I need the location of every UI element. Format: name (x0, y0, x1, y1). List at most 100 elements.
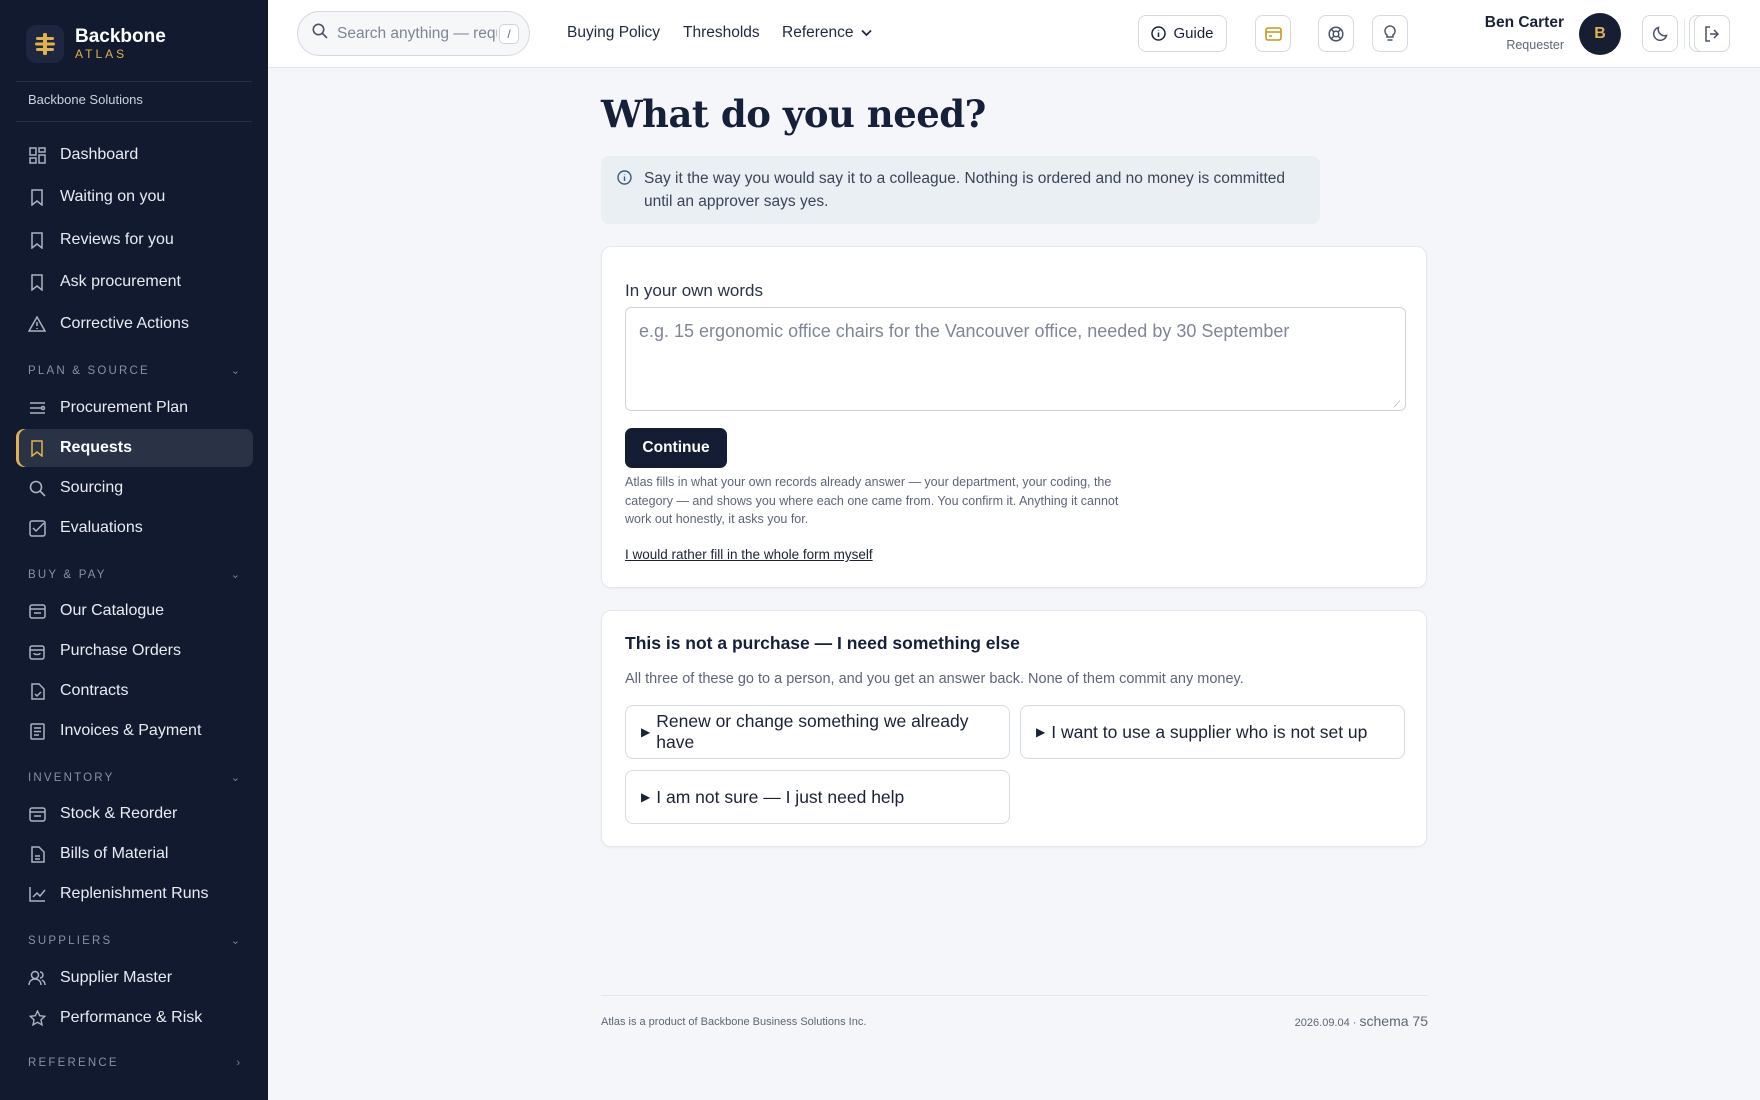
guide-button[interactable]: Guide (1138, 15, 1227, 52)
chevron-down-icon (860, 29, 872, 37)
autofill-help-text: Atlas fills in what your own records alr… (625, 475, 1119, 526)
nav-buying-policy[interactable]: Buying Policy (567, 24, 660, 42)
resize-grip-icon[interactable]: ⟋ (1394, 399, 1404, 409)
option-renew-or-change[interactable]: ▶ Renew or change something we already h… (625, 705, 1010, 759)
top-bar: / Buying Policy Thresholds Reference Gui… (268, 0, 1760, 68)
search-input[interactable] (337, 24, 497, 43)
info-callout: Say it the way you would say it to a col… (601, 156, 1320, 224)
sidebar-item-supplier-master[interactable]: Supplier Master (16, 959, 253, 997)
nav-thresholds[interactable]: Thresholds (683, 24, 760, 42)
fill-form-manually-link[interactable]: I would rather fill in the whole form my… (625, 547, 873, 562)
caret-right-icon: ▶ (1036, 725, 1046, 739)
sidebar-item-reviews-for-you[interactable]: Reviews for you (16, 221, 253, 259)
warning-icon (28, 315, 46, 333)
brand-name: Backbone (75, 26, 166, 47)
sidebar-item-evaluations[interactable]: Evaluations (16, 509, 253, 547)
option-label: I am not sure — I just need help (656, 786, 905, 807)
sidebar-item-label: Requests (60, 439, 133, 456)
own-words-input[interactable] (625, 307, 1406, 411)
user-name[interactable]: Ben Carter (1424, 14, 1564, 32)
support-button[interactable] (1318, 15, 1354, 52)
contract-icon (28, 682, 46, 700)
search-shortcut-key: / (499, 24, 519, 44)
checkbox-icon (28, 519, 46, 537)
section-title: SUPPLIERS (28, 934, 113, 947)
sidebar-item-procurement-plan[interactable]: Procurement Plan (16, 389, 253, 427)
sidebar-item-replenishment-runs[interactable]: Replenishment Runs (16, 875, 253, 913)
not-a-purchase-subtitle: All three of these go to a person, and y… (625, 671, 1244, 687)
sidebar-item-corrective-actions[interactable]: Corrective Actions (16, 305, 253, 343)
sidebar-item-requests[interactable]: Requests (16, 429, 253, 467)
section-title: PLAN & SOURCE (28, 364, 150, 377)
users-icon (28, 969, 46, 987)
section-title: INVENTORY (28, 771, 115, 784)
sidebar-item-label: Replenishment Runs (60, 885, 209, 902)
caret-right-icon: ▶ (641, 790, 651, 804)
sidebar-item-ask-procurement[interactable]: Ask procurement (16, 263, 253, 301)
avatar[interactable]: B (1579, 13, 1621, 55)
sidebar-item-bills-of-material[interactable]: Bills of Material (16, 835, 253, 873)
sidebar-item-label: Performance & Risk (60, 1009, 203, 1026)
bookmark-icon (28, 188, 46, 206)
sidebar-item-our-catalogue[interactable]: Our Catalogue (16, 592, 253, 630)
document-icon (28, 845, 46, 863)
info-circle-icon (617, 170, 632, 190)
sidebar-item-contracts[interactable]: Contracts (16, 672, 253, 710)
sidebar-item-stock-reorder[interactable]: Stock & Reorder (16, 795, 253, 833)
section-reference[interactable]: REFERENCE › (28, 1057, 240, 1069)
caret-right-icon: ▶ (641, 725, 651, 739)
sidebar-item-invoices-payment[interactable]: Invoices & Payment (16, 712, 253, 750)
own-words-card: In your own words ⟋ Continue Atlas fills… (601, 246, 1427, 588)
sidebar-item-purchase-orders[interactable]: Purchase Orders (16, 632, 253, 670)
sidebar-item-label: Dashboard (60, 146, 139, 163)
wallet-button[interactable] (1255, 15, 1291, 52)
section-buy-pay[interactable]: BUY & PAY ⌄ (28, 568, 240, 582)
dark-mode-button[interactable] (1642, 15, 1678, 52)
section-inventory[interactable]: INVENTORY ⌄ (28, 771, 240, 785)
info-circle-icon (1151, 26, 1167, 41)
sidebar-item-dashboard[interactable]: Dashboard (16, 136, 253, 174)
footer-build: 2026.09.04 · (1294, 1017, 1357, 1029)
sidebar-item-sourcing[interactable]: Sourcing (16, 469, 253, 507)
sidebar-item-label: Reviews for you (60, 231, 174, 248)
sidebar-item-label: Ask procurement (60, 273, 181, 290)
lightbulb-icon (1383, 25, 1397, 42)
sidebar-item-label: Contracts (60, 682, 129, 699)
star-icon (28, 1009, 46, 1027)
footer-company: Atlas is a product of Backbone Business … (601, 1016, 867, 1028)
own-words-label: In your own words (625, 281, 763, 300)
sign-out-button[interactable] (1694, 15, 1730, 52)
section-suppliers[interactable]: SUPPLIERS ⌄ (28, 934, 240, 948)
sidebar-item-label: Stock & Reorder (60, 805, 178, 822)
sidebar-item-performance-risk[interactable]: Performance & Risk (16, 999, 253, 1037)
option-need-help[interactable]: ▶ I am not sure — I just need help (625, 770, 1010, 824)
sidebar-divider (16, 81, 252, 82)
global-search[interactable]: / (297, 11, 530, 56)
bookmark-icon (28, 231, 46, 249)
wallet-icon (1264, 26, 1282, 41)
sidebar-item-waiting-on-you[interactable]: Waiting on you (16, 178, 253, 216)
bookmark-icon (28, 273, 46, 291)
nav-reference-dropdown[interactable]: Reference (782, 24, 872, 42)
tips-button[interactable] (1372, 15, 1408, 52)
section-title: BUY & PAY (28, 568, 107, 581)
option-label: Renew or change something we already hav… (656, 711, 969, 752)
option-label: I want to use a supplier who is not set … (1051, 721, 1368, 742)
toolbar-divider (1684, 19, 1685, 49)
brand-product: ATLAS (75, 47, 128, 61)
backbone-logo-icon (26, 25, 64, 63)
not-a-purchase-title: This is not a purchase — I need somethin… (625, 633, 1020, 653)
sidebar-item-label: Evaluations (60, 519, 143, 536)
sidebar-item-label: Waiting on you (60, 188, 166, 205)
list-icon (28, 399, 46, 417)
grid-icon (28, 146, 46, 164)
sidebar-item-label: Supplier Master (60, 969, 173, 986)
search-icon (28, 479, 46, 497)
box-icon (28, 805, 46, 823)
option-new-supplier[interactable]: ▶ I want to use a supplier who is not se… (1020, 705, 1405, 759)
section-plan-source[interactable]: PLAN & SOURCE ⌄ (28, 364, 240, 378)
brand[interactable]: Backbone ATLAS (26, 25, 166, 63)
sidebar-item-label: Bills of Material (60, 845, 169, 862)
continue-button[interactable]: Continue (625, 428, 727, 468)
sidebar-divider (16, 121, 252, 122)
